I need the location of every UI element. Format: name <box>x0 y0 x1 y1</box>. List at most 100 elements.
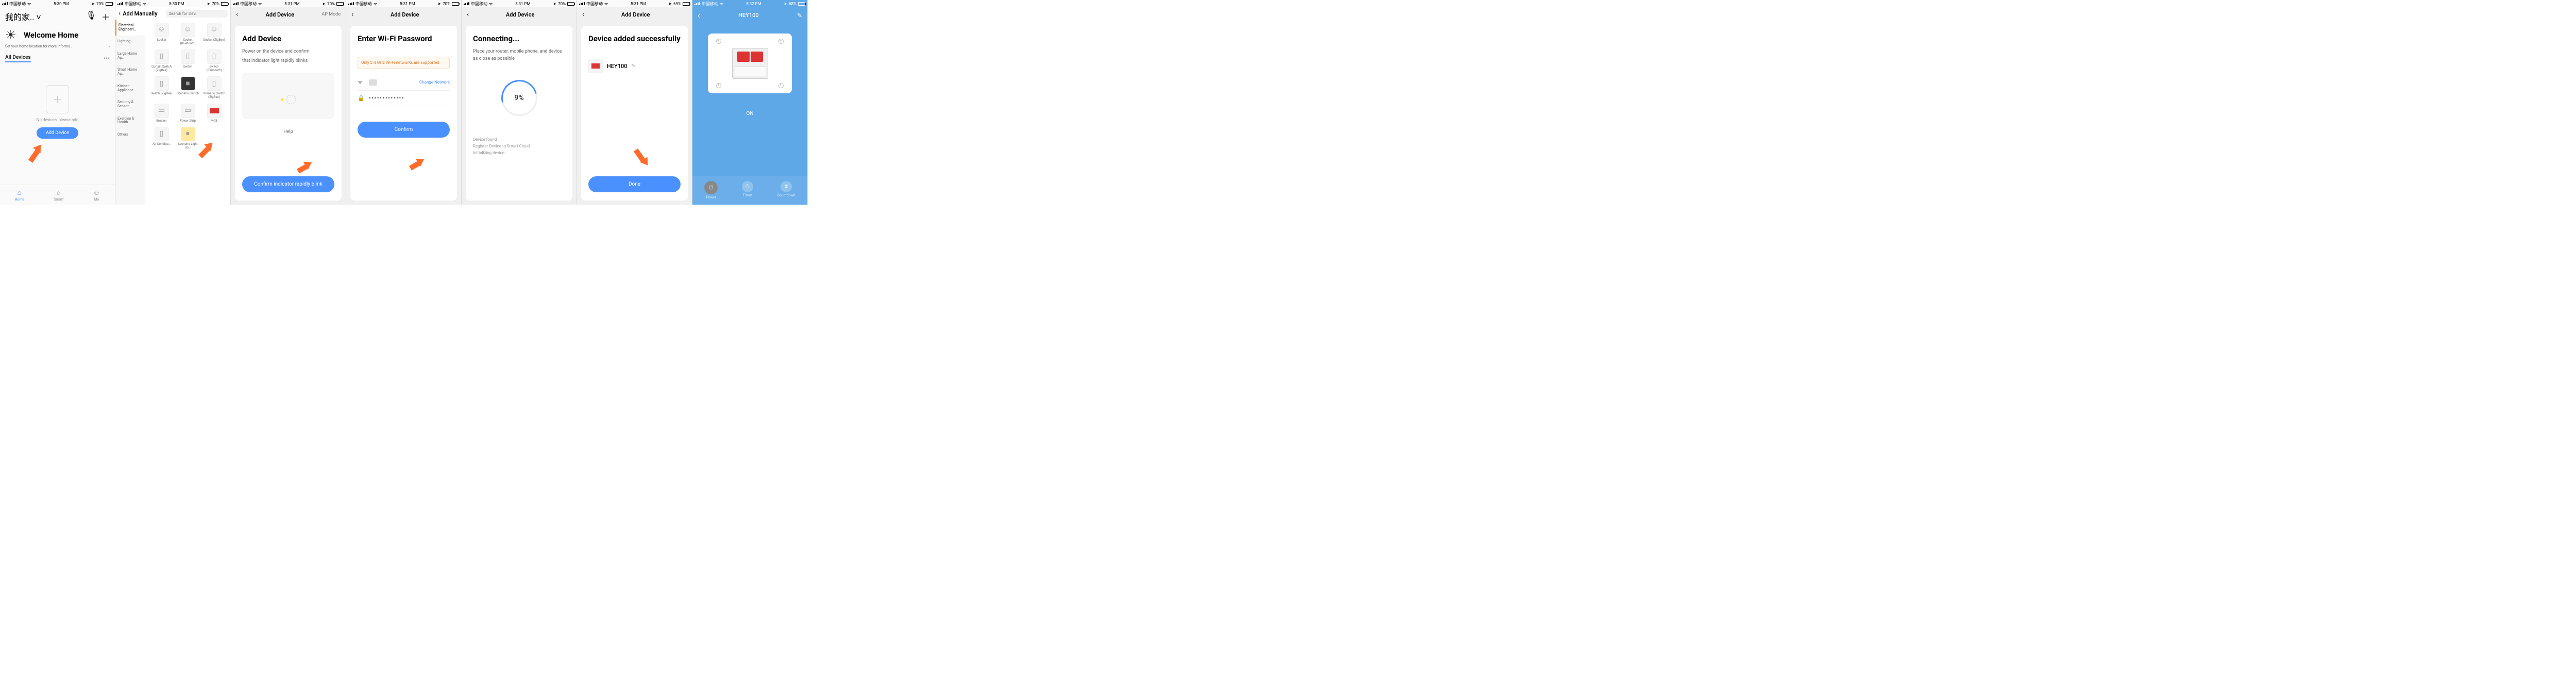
cat-kitchen[interactable]: Kitchen Appliance <box>115 80 145 96</box>
home-icon: ⌂ <box>14 188 24 197</box>
instruction-line-2: that indicator light rapidly blinks <box>242 58 334 65</box>
edit-icon[interactable]: ✎ <box>797 12 802 19</box>
blink-indicator-illustration <box>242 73 334 119</box>
back-button[interactable]: ‹ <box>351 10 353 19</box>
wifi-icon: ᯤ <box>374 1 377 7</box>
heading: Connecting... <box>473 34 565 43</box>
prod-curtain-switch[interactable]: ▯Curtain Switch (ZigBee) <box>149 49 174 72</box>
timer-button[interactable]: ⏱Timer <box>742 181 753 200</box>
more-icon[interactable]: ••• <box>104 55 110 62</box>
change-network-link[interactable]: Change Network <box>419 80 450 85</box>
screen-wifi-password: 中国移动ᯤ 5:31 PM ➤70% ‹ Add Device Enter Wi… <box>346 0 462 205</box>
ap-mode-link[interactable]: AP Mode <box>321 12 341 17</box>
search-input[interactable] <box>166 10 228 18</box>
breaker-illustration <box>732 48 768 79</box>
device-card <box>708 34 792 93</box>
prod-socket-bt[interactable]: ⎉Socket (Bluetooth) <box>176 23 200 45</box>
welcome-title: Welcome Home <box>24 30 78 40</box>
location-selector[interactable]: 我的家.. ˅ <box>5 10 41 23</box>
confirm-button[interactable]: Confirm <box>358 122 450 138</box>
tab-all-devices[interactable]: All Devices <box>5 55 31 62</box>
prod-scenario-light[interactable]: ●Scenario Light So… <box>176 127 200 149</box>
tab-smart[interactable]: ☼Smart <box>54 188 63 202</box>
clock: 5:31 PM <box>400 2 415 6</box>
back-button[interactable]: ‹ <box>582 10 584 19</box>
done-button[interactable]: Done <box>588 176 681 192</box>
mic-icon[interactable]: 🎙 <box>86 10 96 23</box>
tab-home[interactable]: ⌂Home <box>14 188 24 202</box>
cat-others[interactable]: Others <box>115 129 145 141</box>
screw-icon <box>716 83 721 88</box>
tab-me[interactable]: ☺Me <box>93 188 100 202</box>
status-bar: 中国移动ᯤ 5:31 PM ➤70% <box>462 0 577 7</box>
back-button[interactable]: ‹ <box>236 10 238 19</box>
device-thumbnail <box>588 59 603 73</box>
heading: Enter Wi-Fi Password <box>358 34 450 43</box>
status-device-found: Device found <box>473 137 565 143</box>
battery-icon <box>452 2 459 6</box>
carrier-label: 中国移动 <box>9 1 26 7</box>
back-button[interactable]: ‹ <box>698 10 700 20</box>
status-register: Register Device to Smart Cloud <box>473 143 565 150</box>
back-button[interactable]: ‹ <box>118 9 121 18</box>
smart-icon: ☼ <box>54 188 63 197</box>
prod-switch-bt[interactable]: ▯Switch (Bluetooth) <box>202 49 227 72</box>
help-link[interactable]: Help <box>242 129 334 135</box>
location-arrow-icon: ➤ <box>553 2 556 6</box>
clock: 5:30 PM <box>169 2 184 6</box>
prod-switch[interactable]: ▯Switch <box>176 49 200 72</box>
clock: 5:31 PM <box>515 2 530 6</box>
wifi-icon: ᯤ <box>604 1 608 7</box>
category-sidebar: Electrical Engineeri… Lighting Large Hom… <box>115 20 145 205</box>
back-button[interactable]: ‹ <box>467 10 469 19</box>
power-button[interactable]: ⏻Power <box>704 181 718 200</box>
cat-electrical[interactable]: Electrical Engineeri… <box>115 20 145 36</box>
prod-socket[interactable]: ⎉Socket <box>149 23 174 45</box>
countdown-icon: ⧗ <box>781 181 792 192</box>
chevron-right-icon[interactable]: › <box>109 44 110 48</box>
cat-small-appliance[interactable]: Small Home Ap… <box>115 64 145 80</box>
confirm-blink-button[interactable]: Confirm indicator rapidly blink <box>242 176 334 192</box>
status-bar: 中国移动ᯤ 5:31 PM ➤69% <box>577 0 692 7</box>
wifi-icon: ᯤ <box>489 1 493 7</box>
status-init: Initializing device… <box>473 150 565 157</box>
heading: Add Device <box>242 34 334 43</box>
prod-scenario-switch[interactable]: ■Scenario Switch <box>176 76 200 99</box>
welcome-subtitle[interactable]: Set your home location for more informa… <box>5 44 73 48</box>
screen-success: 中国移动ᯤ 5:31 PM ➤69% ‹ Add Device Device a… <box>577 0 692 205</box>
battery-icon <box>221 2 228 6</box>
wifi-icon: ᯤ <box>720 1 723 7</box>
prod-scenario-switch-zb[interactable]: ▯Scenario Switch (ZigBee) <box>202 76 227 99</box>
cat-lighting[interactable]: Lighting <box>115 36 145 48</box>
device-title: HEY100 <box>738 12 759 19</box>
battery-pct: 70% <box>96 2 104 6</box>
add-icon[interactable]: ＋ <box>101 10 110 23</box>
battery-icon <box>683 2 690 6</box>
heading: Device added successfully <box>588 34 681 43</box>
wifi-icon: ᯤ <box>27 1 31 7</box>
instruction: Place your router, mobile phone, and dev… <box>473 48 565 62</box>
prod-mcb[interactable]: MCB <box>202 104 227 123</box>
prod-switch-zb[interactable]: ▯Switch (ZigBee) <box>149 76 174 99</box>
edit-icon[interactable]: ✎ <box>632 63 636 69</box>
location-arrow-icon: ➤ <box>91 2 95 6</box>
page-title: Add Device <box>391 11 419 18</box>
prod-power-strip[interactable]: ▭Power Strip <box>176 104 200 123</box>
power-icon: ⏻ <box>704 181 718 194</box>
clock: 5:31 PM <box>284 2 299 6</box>
password-input[interactable]: ••••••••••••• <box>369 96 450 101</box>
empty-state-text: No devices, please add <box>0 118 115 122</box>
empty-state-icon: ＋ <box>46 85 69 113</box>
prod-air-conditioner[interactable]: ▯Air Conditio… <box>149 127 174 149</box>
status-bar: 中国移动ᯤ 5:31 PM ➤70% <box>346 0 461 7</box>
me-icon: ☺ <box>93 188 100 197</box>
prod-socket-zb[interactable]: ⎉Socket (ZigBee) <box>202 23 227 45</box>
prod-breaker[interactable]: ▭Breaker <box>149 104 174 123</box>
cat-exercise[interactable]: Exercise & Health <box>115 113 145 129</box>
countdown-button[interactable]: ⧗Countdown <box>777 181 795 200</box>
cat-security[interactable]: Security & Sensor <box>115 96 145 112</box>
status-bar: 中国移动ᯤ 5:32 PM ➤68% <box>692 0 807 7</box>
add-device-button[interactable]: Add Device <box>37 127 78 139</box>
clock: 5:31 PM <box>631 2 646 6</box>
cat-large-appliance[interactable]: Large Home Ap… <box>115 48 145 64</box>
